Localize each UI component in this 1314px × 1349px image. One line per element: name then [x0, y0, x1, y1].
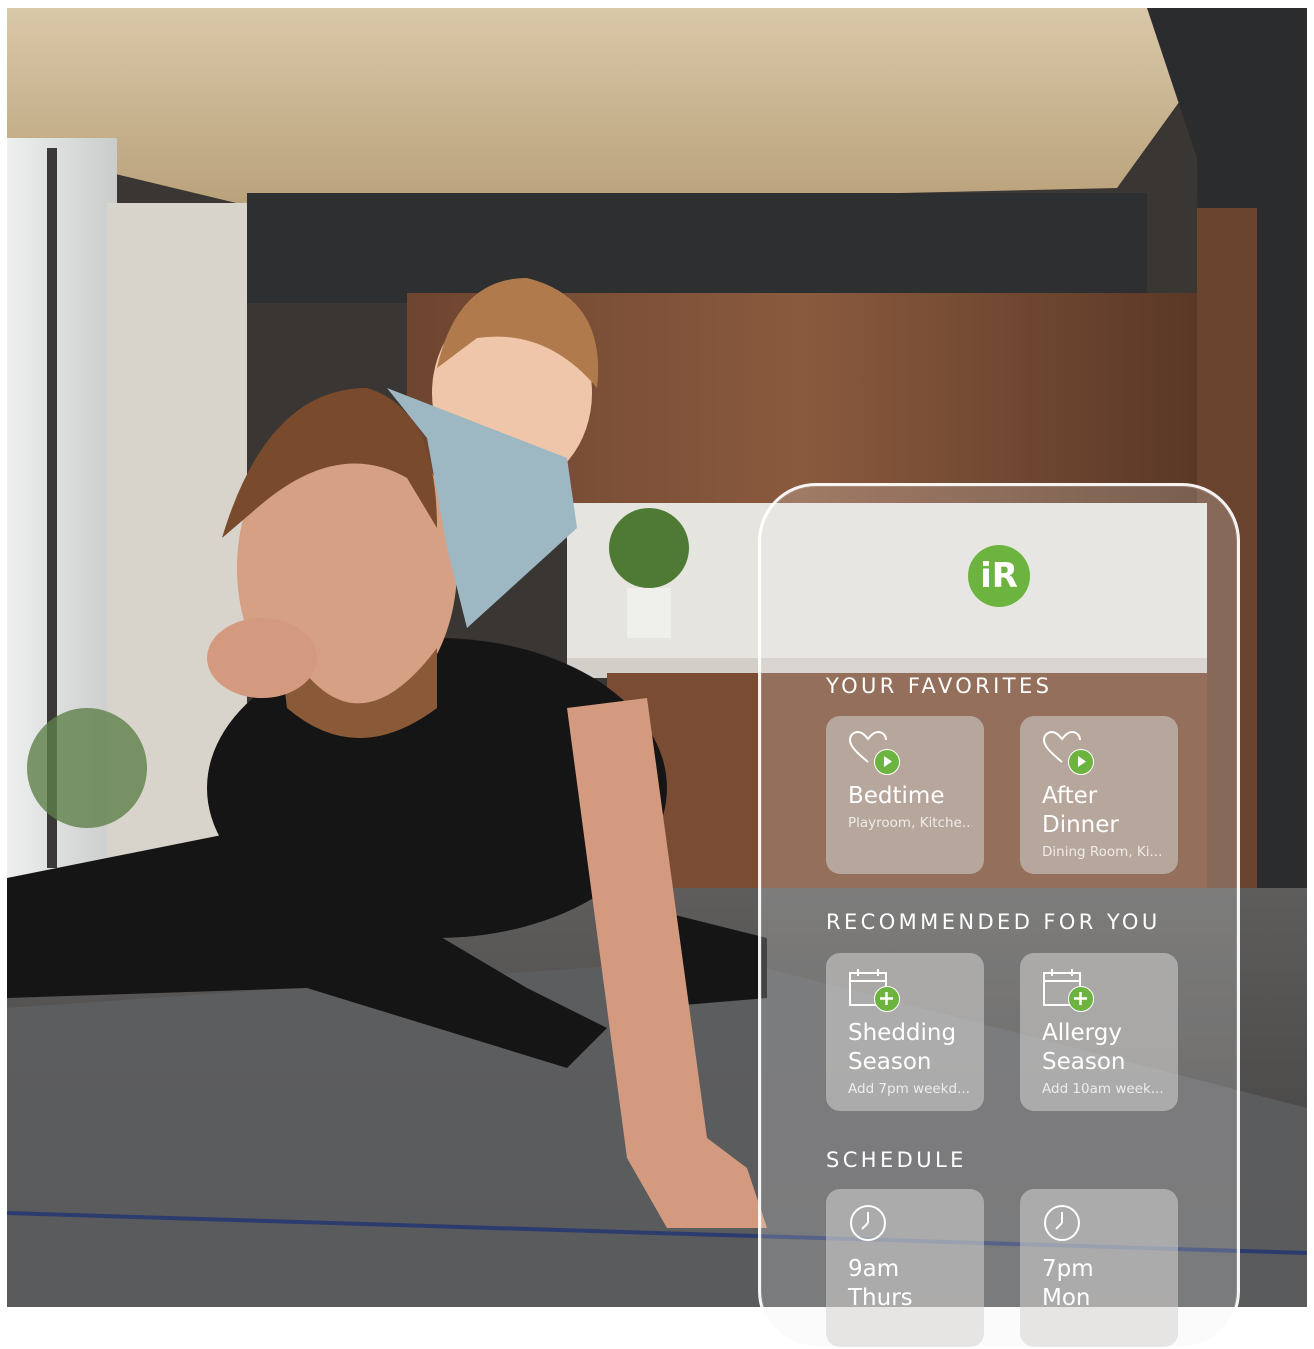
logo-text: iR [980, 556, 1018, 596]
card-detail: Add 10am week... [1042, 1081, 1164, 1097]
calendar-add-icon [1042, 967, 1094, 1012]
recommended-card-allergy-season[interactable]: Allergy Season Add 10am week... [1020, 953, 1178, 1111]
irobot-logo: iR [968, 545, 1030, 607]
card-name: Allergy Season [1042, 1020, 1126, 1075]
card-name: Shedding Season [848, 1020, 957, 1075]
card-name: 7pm Mon [1042, 1256, 1094, 1311]
schedule-card-9am-thurs[interactable]: 9am Thurs [826, 1189, 984, 1347]
favorite-card-bedtime[interactable]: Bedtime Playroom, Kitche... [826, 716, 984, 874]
card-detail: Add 7pm weekd... [848, 1081, 970, 1097]
card-name: Bedtime [848, 783, 945, 809]
heart-play-icon [1042, 730, 1094, 775]
clock-icon [848, 1203, 892, 1247]
card-name: 9am Thurs [848, 1256, 913, 1311]
card-rooms: Playroom, Kitche... [848, 815, 972, 831]
card-rooms: Dining Room, Ki... [1042, 844, 1163, 860]
schedule-title: SCHEDULE [826, 1148, 967, 1172]
heart-play-icon [848, 730, 900, 775]
favorite-card-after-dinner[interactable]: After Dinner Dining Room, Ki... [1020, 716, 1178, 874]
schedule-card-7pm-mon[interactable]: 7pm Mon [1020, 1189, 1178, 1347]
clock-icon [1042, 1203, 1086, 1247]
recommended-title: RECOMMENDED FOR YOU [826, 910, 1161, 934]
favorites-title: YOUR FAVORITES [826, 674, 1053, 698]
recommended-card-shedding-season[interactable]: Shedding Season Add 7pm weekd... [826, 953, 984, 1111]
card-name: After Dinner [1042, 783, 1119, 838]
calendar-add-icon [848, 967, 900, 1012]
